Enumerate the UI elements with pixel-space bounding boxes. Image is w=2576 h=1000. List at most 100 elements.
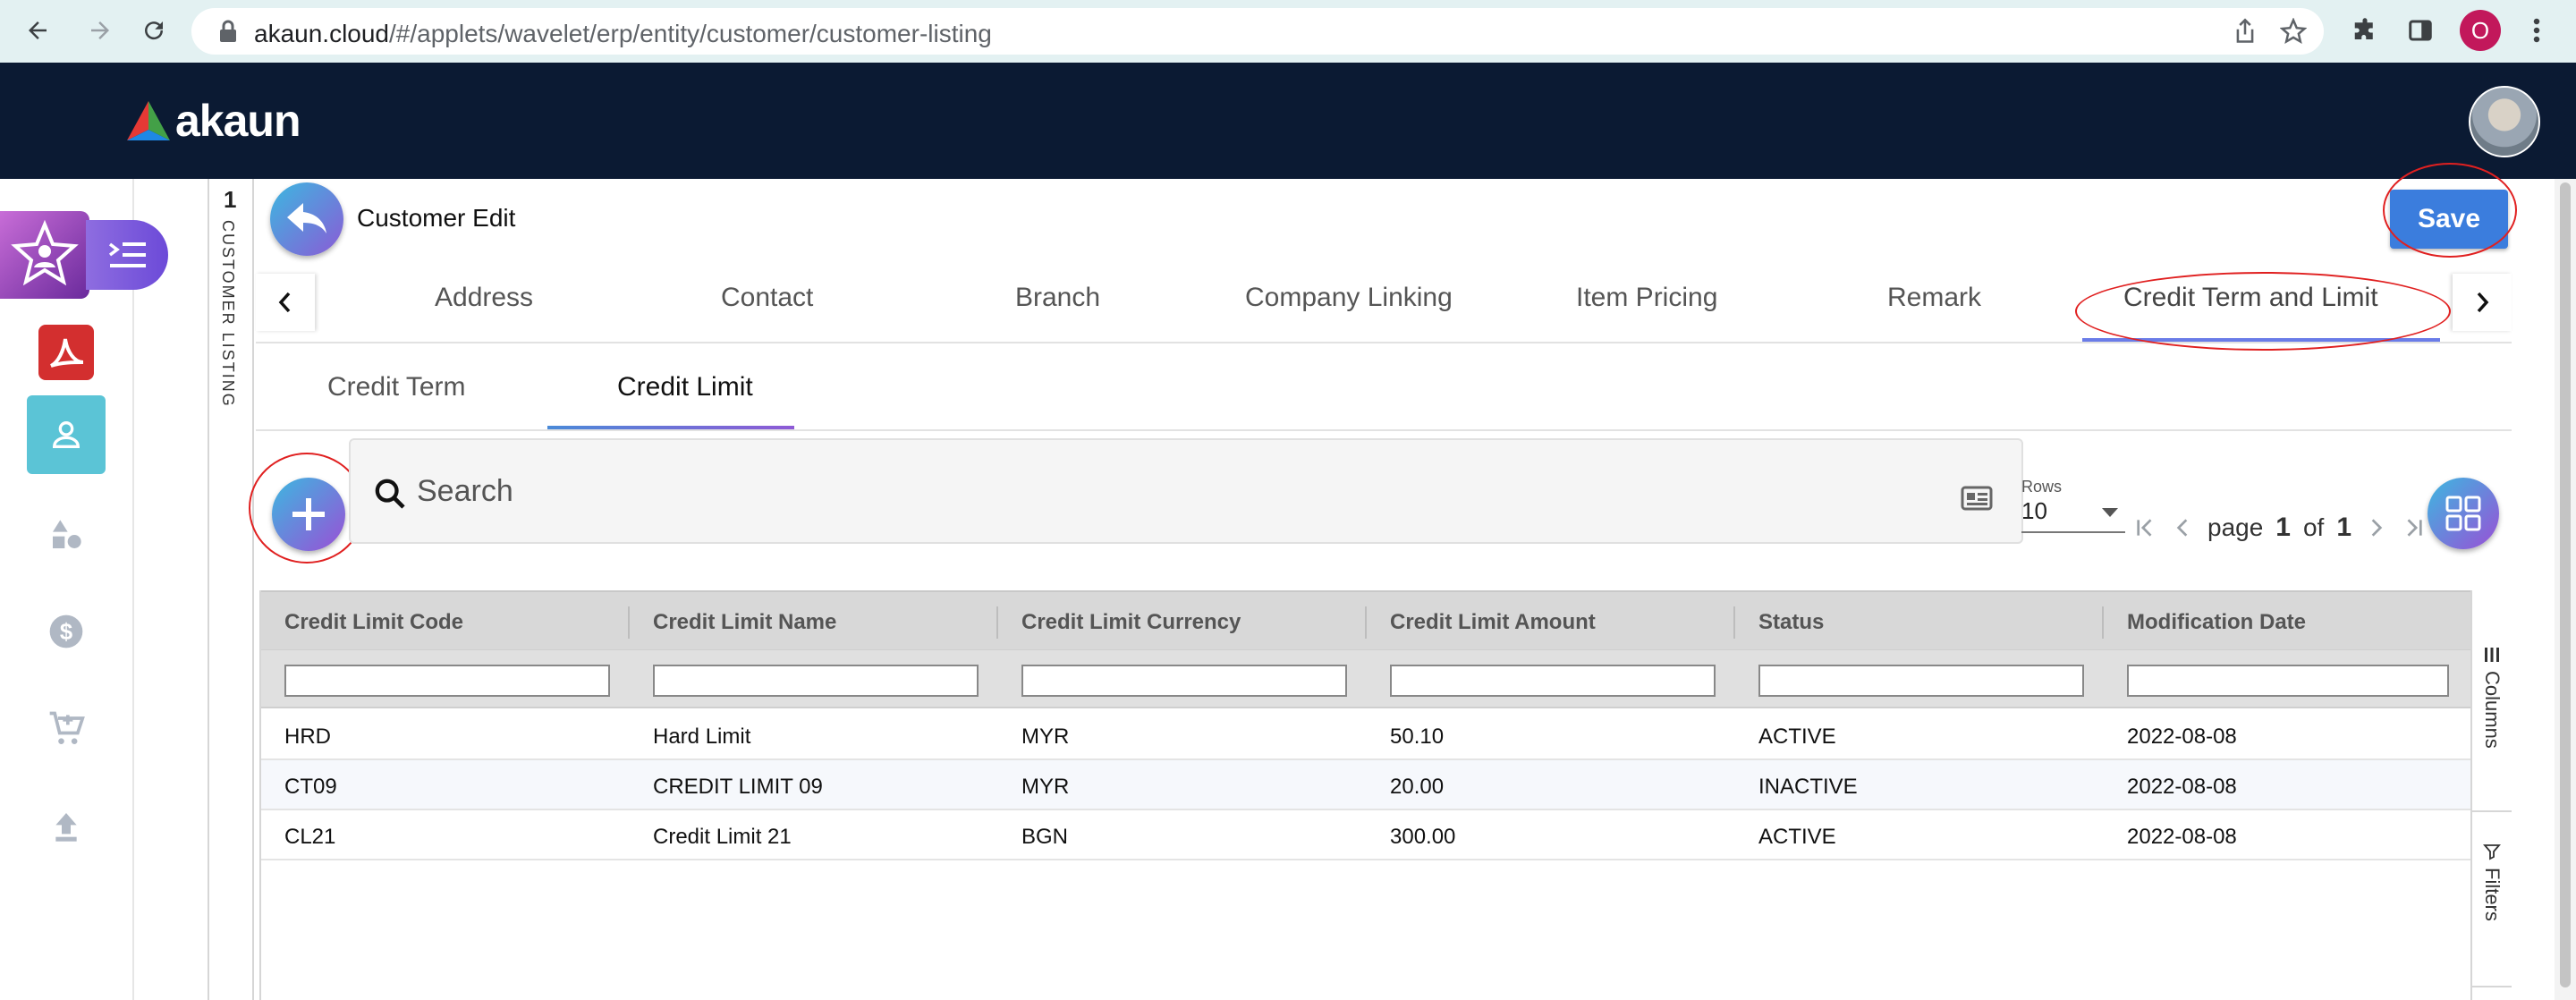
columns-panel-tab[interactable]: Columns [2472,633,2512,812]
upload-icon[interactable] [27,787,106,866]
add-button[interactable] [272,478,345,551]
browser-profile-avatar[interactable]: O [2460,10,2501,51]
save-button[interactable]: Save [2390,190,2508,249]
cell-currency: MYR [1021,775,1070,799]
address-bar[interactable]: akaun.cloud/#/applets/wavelet/erp/entity… [191,8,2324,55]
column-separator[interactable] [996,606,998,639]
share-icon[interactable] [2227,13,2263,49]
tab-item-pricing[interactable]: Item Pricing [1576,283,1717,313]
pdf-app-icon[interactable] [27,313,106,392]
grid-view-button[interactable] [2428,478,2499,549]
listing-breadcrumb-strip[interactable]: 1 CUSTOMER LISTING [208,179,254,1000]
filter-funnel-icon [2483,844,2501,860]
svg-text:$: $ [60,620,72,645]
grid-icon [2445,496,2481,531]
tab-remark[interactable]: Remark [1887,283,1981,313]
column-header-status[interactable]: Status [1758,610,1824,635]
filters-panel-tab[interactable]: Filters [2472,830,2512,987]
total-pages: 1 [2336,513,2352,542]
search-icon [372,476,408,516]
back-button[interactable] [270,182,343,256]
reload-icon[interactable] [136,13,172,48]
search-input[interactable]: Search [349,438,2023,544]
next-page-icon[interactable] [2364,515,2389,540]
cell-code: HRD [284,725,331,749]
star-user-icon[interactable] [0,211,89,299]
filter-input-amount[interactable] [1390,665,1716,697]
akaun-logo-icon [127,101,170,140]
cell-amount: 50.10 [1390,725,1445,749]
active-subtab-indicator [547,426,794,429]
filter-input-name[interactable] [653,665,979,697]
page-scrollbar[interactable] [2555,179,2576,1000]
person-icon[interactable] [27,395,106,474]
subtab-credit-term[interactable]: Credit Term [327,372,465,403]
tab-contact[interactable]: Contact [721,283,813,313]
column-header-modification-date[interactable]: Modification Date [2127,610,2306,635]
cell-currency: MYR [1021,725,1070,749]
page-scrollbar-thumb[interactable] [2560,182,2571,987]
credit-limit-table: Credit Limit Code Credit Limit Name Cred… [259,590,2472,1000]
rows-per-page-select[interactable]: 10 [2021,497,2125,533]
akaun-logo[interactable]: akaun [125,95,301,147]
url-text: akaun.cloud/#/applets/wavelet/erp/entity… [254,20,992,47]
filter-input-code[interactable] [284,665,610,697]
id-card-icon[interactable] [1961,485,1993,516]
user-avatar[interactable] [2469,86,2540,157]
filters-label: Filters [2481,868,2504,921]
bookmark-star-icon[interactable] [2275,13,2311,49]
filter-input-currency[interactable] [1021,665,1347,697]
tab-branch[interactable]: Branch [1015,283,1100,313]
lock-icon [218,20,238,47]
browser-toolbar: akaun.cloud/#/applets/wavelet/erp/entity… [0,0,2576,63]
cell-amount: 300.00 [1390,825,1456,849]
first-page-icon[interactable] [2132,515,2157,540]
column-header-amount[interactable]: Credit Limit Amount [1390,610,1596,635]
tab-company-linking[interactable]: Company Linking [1245,283,1453,313]
column-separator[interactable] [1733,606,1735,639]
cell-amount: 20.00 [1390,775,1445,799]
prev-page-icon[interactable] [2170,515,2195,540]
shapes-icon[interactable] [27,496,106,574]
tabs-scroll-left-icon[interactable] [256,274,315,331]
dollar-icon[interactable]: $ [27,592,106,671]
cell-status: ACTIVE [1758,825,1836,849]
cart-icon[interactable] [27,689,106,767]
columns-icon [2485,648,2499,662]
extensions-icon[interactable] [2347,13,2383,48]
tab-credit-term-and-limit[interactable]: Credit Term and Limit [2123,283,2378,313]
tab-address[interactable]: Address [435,283,533,313]
menu-toggle-icon[interactable] [86,220,168,290]
rows-label: Rows [2021,478,2063,496]
column-header-currency[interactable]: Credit Limit Currency [1021,610,1241,635]
table-row[interactable]: CT09 CREDIT LIMIT 09 MYR 20.00 INACTIVE … [261,760,2472,810]
rail-app-switcher [0,211,168,299]
kebab-menu-icon[interactable] [2519,13,2555,48]
column-separator[interactable] [2102,606,2104,639]
table-row[interactable]: HRD Hard Limit MYR 50.10 ACTIVE 2022-08-… [261,710,2472,760]
cell-currency: BGN [1021,825,1069,849]
forward-arrow-icon[interactable] [82,13,118,48]
caret-down-icon [2102,508,2118,517]
subtab-bar: Credit Term Credit Limit [256,345,2512,431]
listing-count: 1 [224,186,237,213]
last-page-icon[interactable] [2402,515,2427,540]
column-header-code[interactable]: Credit Limit Code [284,610,463,635]
back-arrow-icon[interactable] [20,13,55,48]
column-separator[interactable] [628,606,630,639]
tabs-scroll-right-icon[interactable] [2453,274,2512,331]
sidebar-toggle-icon[interactable] [2402,13,2438,48]
left-rail [0,179,134,1000]
cell-name: Hard Limit [653,725,751,749]
cell-status: INACTIVE [1758,775,1858,799]
table-row[interactable]: CL21 Credit Limit 21 BGN 300.00 ACTIVE 2… [261,810,2472,860]
brand-name: akaun [175,96,301,146]
column-separator[interactable] [1365,606,1367,639]
filter-row [261,649,2472,708]
filter-input-status[interactable] [1758,665,2084,697]
columns-label: Columns [2481,671,2504,749]
subtab-credit-limit[interactable]: Credit Limit [617,372,753,403]
column-header-name[interactable]: Credit Limit Name [653,610,836,635]
filter-input-modification-date[interactable] [2127,665,2449,697]
cell-modification-date: 2022-08-08 [2127,825,2237,849]
